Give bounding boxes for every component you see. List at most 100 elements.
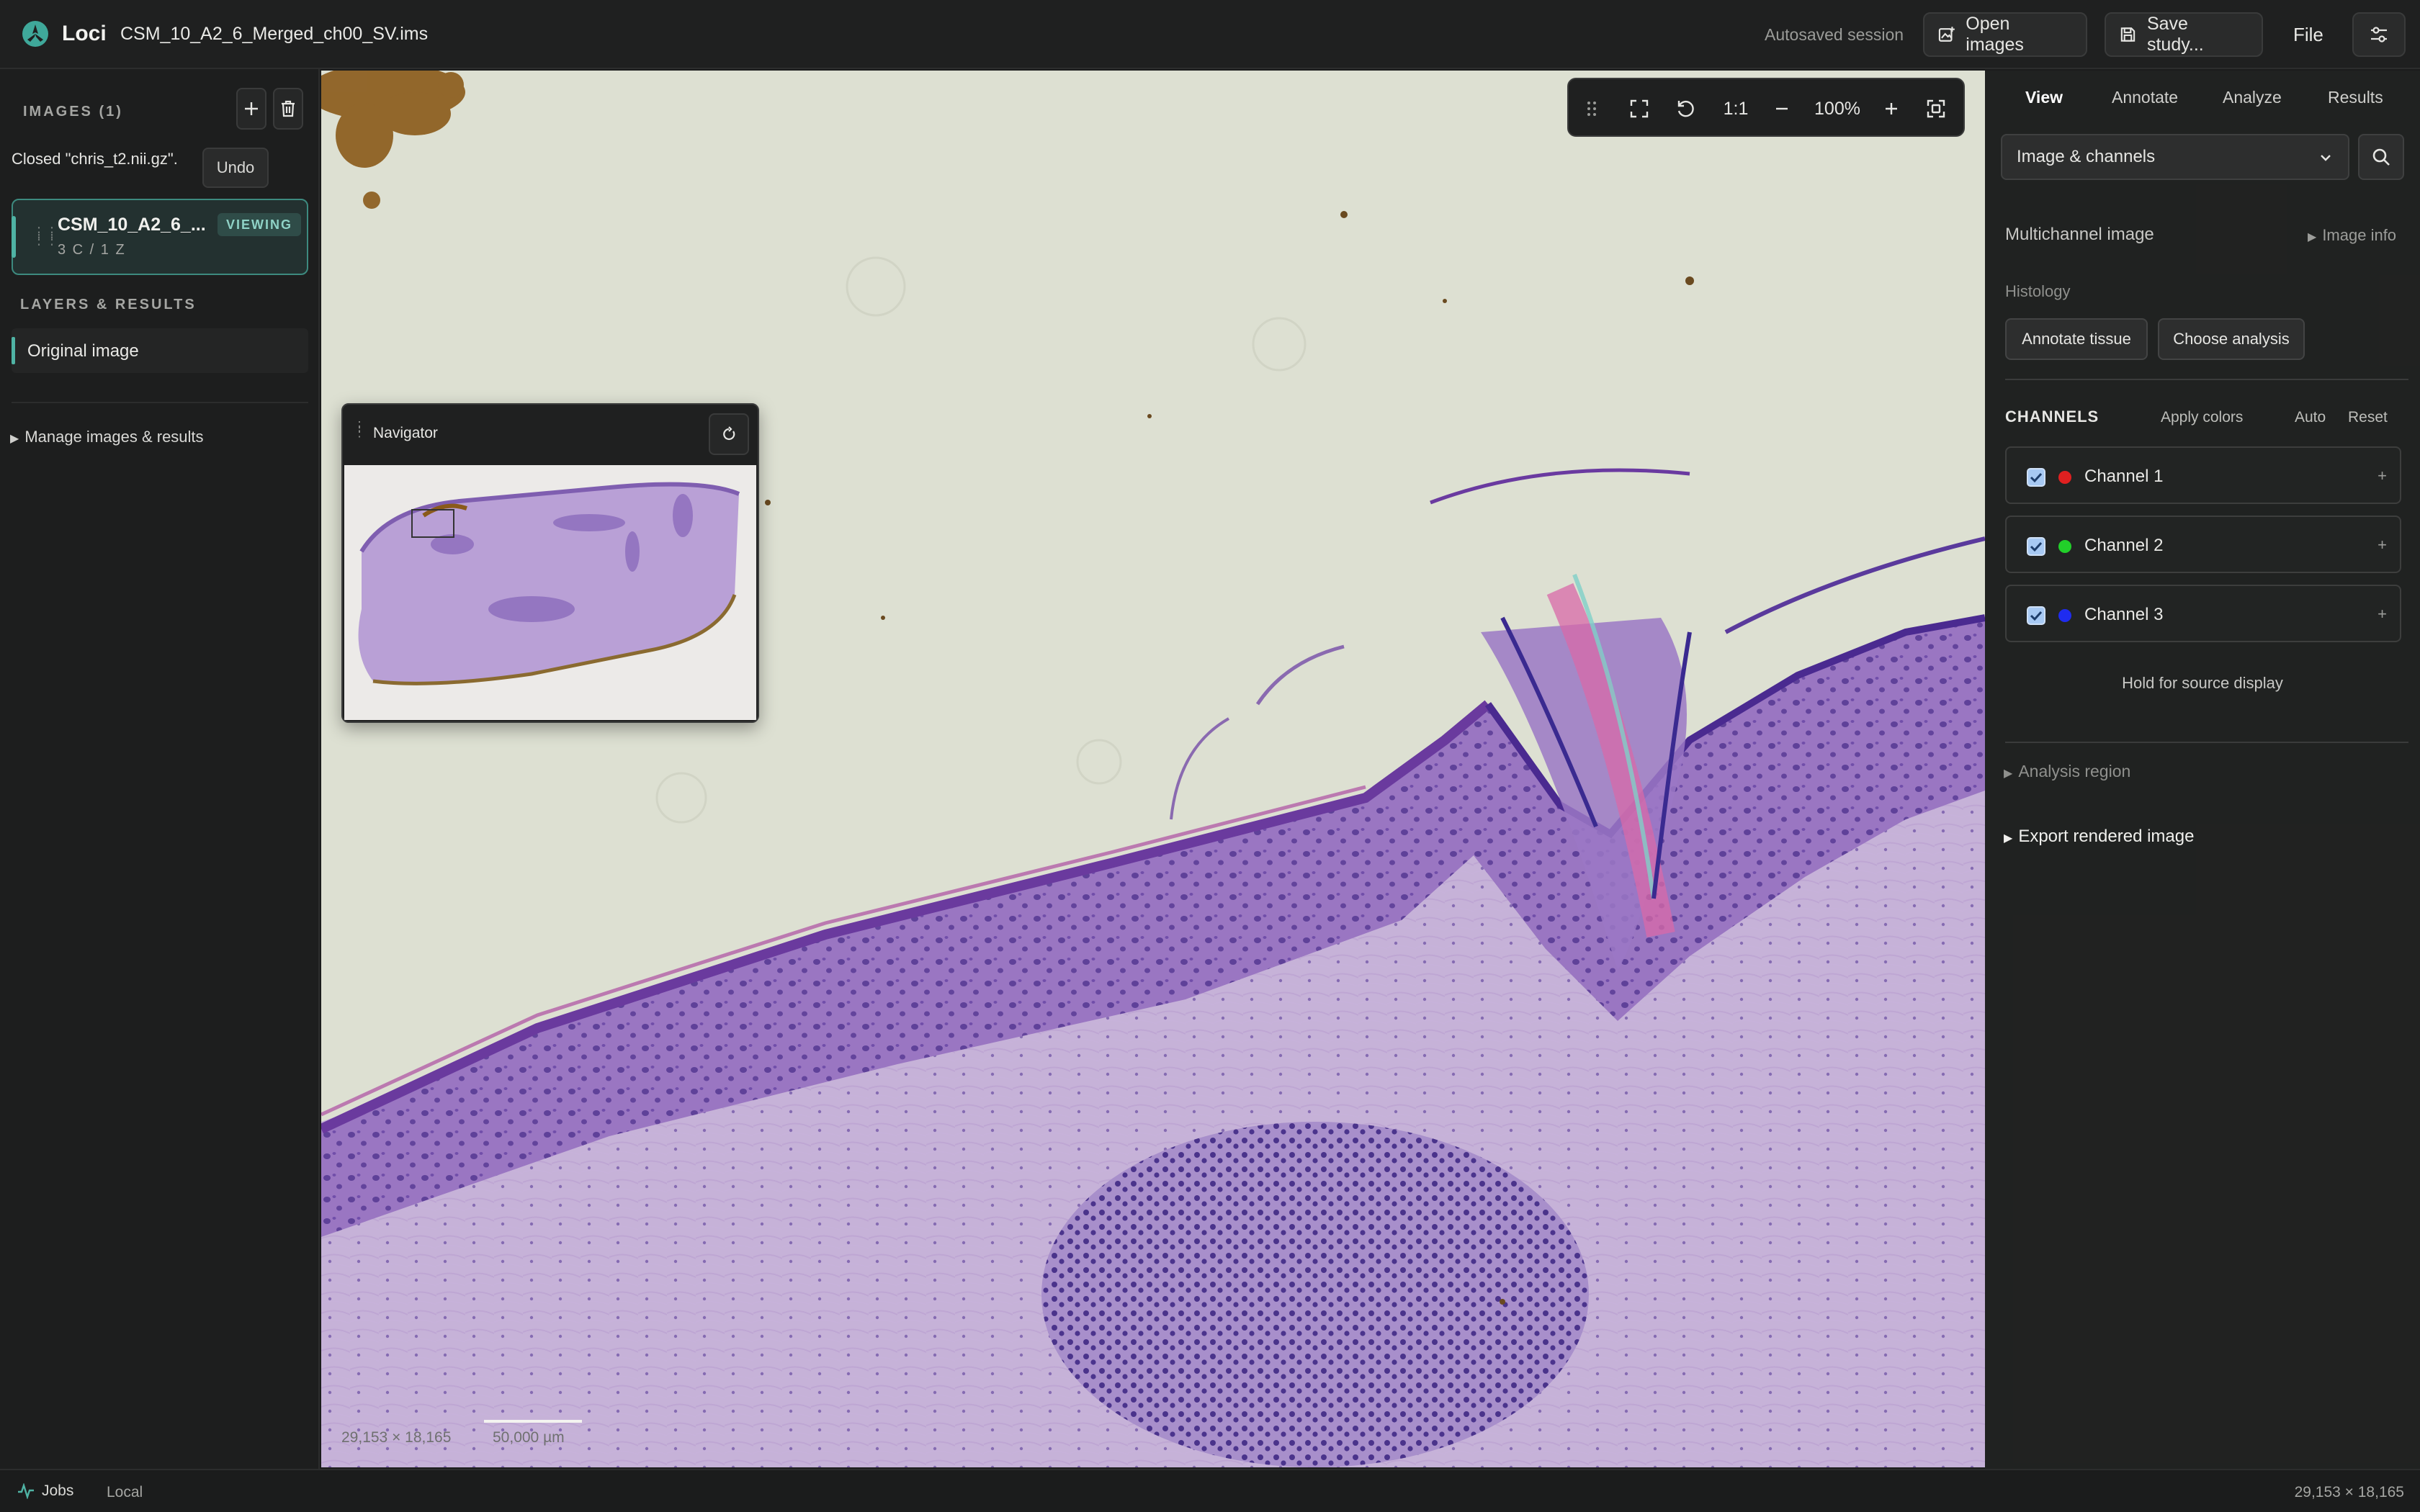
fit-to-view-button[interactable] [1622,79,1657,138]
channel-color-dot[interactable] [2058,540,2071,553]
panel-divider [2005,742,2408,743]
open-image-icon [1938,27,1955,42]
channel-color-dot[interactable] [2058,471,2071,484]
image-card-subtitle: 3 C / 1 Z [58,242,126,258]
delete-image-button[interactable] [273,88,303,130]
undo-button[interactable]: Undo [202,148,269,188]
tab-analyze[interactable]: Analyze [2223,88,2282,107]
image-card[interactable]: ⋮⋮ ⋮⋮ CSM_10_A2_6_... 3 C / 1 Z VIEWING [12,199,308,275]
viewer-toolbar: 1:1 100% [1567,78,1965,137]
status-dimensions: 29,153 × 18,165 [2294,1484,2404,1500]
export-rendered-label: Export rendered image [2018,827,2195,846]
view-mode-value: Image & channels [2017,147,2156,166]
navigator-title: Navigator [373,425,438,441]
zoom-out-button[interactable] [1765,79,1799,138]
image-viewer-canvas[interactable] [321,71,1985,1467]
view-mode-select[interactable]: Image & channels [2001,134,2349,180]
tab-view[interactable]: View [2025,88,2063,107]
navigator-overview-image [344,465,756,720]
layer-label: Original image [27,341,139,361]
channel-row[interactable]: Channel 1 + [2005,446,2401,504]
add-image-button[interactable] [236,88,266,130]
expand-triangle-icon: ▶ [2004,768,2013,780]
zoom-in-button[interactable] [1874,79,1909,138]
autosave-status: Autosaved session [1765,25,1904,44]
search-icon [2372,148,2390,166]
fullscreen-button[interactable] [1919,79,1953,138]
analysis-region-label: Analysis region [2018,762,2131,780]
rotate-button[interactable] [1668,79,1703,138]
one-to-one-button[interactable]: 1:1 [1713,79,1759,138]
right-panel: View Annotate Analyze Results Image & ch… [1985,71,2420,1469]
top-bar: Loci CSM_10_A2_6_Merged_ch00_SV.ims Auto… [0,0,2420,69]
navigator-thumbnail[interactable] [344,465,756,720]
analysis-region-toggle[interactable]: ▶ Analysis region [2004,762,2130,781]
refresh-icon [723,426,735,441]
export-rendered-toggle[interactable]: ▶ Export rendered image [2004,827,2194,847]
fullscreen-icon [1927,99,1945,118]
auto-button[interactable]: Auto [2295,409,2326,426]
settings-button[interactable] [2352,12,2406,57]
choose-analysis-button[interactable]: Choose analysis [2158,318,2305,360]
toolbar-drag-handle-icon[interactable] [1579,79,1605,138]
image-info-toggle[interactable]: ▶ Image info [2308,226,2396,245]
multichannel-label: Multichannel image [2005,225,2154,244]
apply-colors-button[interactable]: Apply colors [2161,409,2243,426]
sidebar-divider [12,402,308,403]
histology-label: Histology [2005,282,2071,300]
manage-label: Manage images & results [24,428,204,446]
reset-button[interactable]: Reset [2348,409,2388,426]
minus-icon [1776,107,1788,110]
zoom-level[interactable]: 100% [1805,79,1870,138]
channel-row[interactable]: Channel 3 + [2005,585,2401,642]
channel-row[interactable]: Channel 2 + [2005,516,2401,573]
navigator-reset-button[interactable] [709,413,749,455]
app-name: Loci [62,22,107,45]
images-header: IMAGES (1) [23,104,123,120]
layer-item-original[interactable]: Original image [12,328,308,373]
panel-tabs: View Annotate Analyze Results [1985,71,2420,128]
channel-checkbox[interactable] [2027,468,2045,487]
drag-handle-icon[interactable]: ⋮⋮ ⋮⋮ [32,225,59,247]
trash-icon [282,100,295,117]
channel-expand-icon[interactable]: + [2378,536,2387,554]
left-sidebar: IMAGES (1) Closed "chris_t2.nii.gz". Und… [0,69,320,1469]
channel-color-dot[interactable] [2058,609,2071,622]
image-info-label: Image info [2322,226,2397,244]
activity-icon [18,1483,34,1499]
expand-triangle-icon: ▶ [2308,231,2317,243]
layers-header: LAYERS & RESULTS [20,297,197,312]
status-bar: Jobs Local 29,153 × 18,165 [0,1469,2420,1512]
navigator-drag-handle-icon[interactable]: ⋮ ⋮ [353,420,366,438]
tab-annotate[interactable]: Annotate [2112,88,2178,107]
navigator-panel[interactable]: ⋮ ⋮ Navigator [341,403,759,723]
channel-checkbox[interactable] [2027,606,2045,625]
sliders-icon [2371,27,2387,42]
channel-checkbox[interactable] [2027,537,2045,556]
chevron-down-icon [2321,155,2331,161]
expand-triangle-icon: ▶ [2004,832,2013,845]
manage-images-toggle[interactable]: ▶ Manage images & results [10,428,204,446]
channel-expand-icon[interactable]: + [2378,467,2387,485]
channel-expand-icon[interactable]: + [2378,605,2387,624]
tab-results[interactable]: Results [2328,88,2383,107]
viewing-badge: VIEWING [218,213,302,236]
histology-image [321,71,1985,1467]
channel-name: Channel 2 [2084,536,2164,555]
file-name: CSM_10_A2_6_Merged_ch00_SV.ims [120,24,429,44]
jobs-label: Jobs [42,1482,74,1499]
jobs-button[interactable]: Jobs [17,1482,73,1500]
plus-icon [245,102,258,115]
search-button[interactable] [2358,134,2404,180]
loci-logo-icon [22,21,48,47]
save-icon [2120,27,2136,42]
file-menu[interactable]: File [2293,24,2323,46]
open-images-button[interactable]: Open images [1923,12,2087,57]
open-images-label: Open images [1966,14,2024,55]
annotate-tissue-button[interactable]: Annotate tissue [2005,318,2148,360]
image-card-accent [12,216,16,258]
save-study-button[interactable]: Save study... [2105,12,2263,57]
mode-label: Local [107,1484,143,1500]
panel-divider [2005,379,2408,380]
expand-triangle-icon: ▶ [10,433,19,445]
